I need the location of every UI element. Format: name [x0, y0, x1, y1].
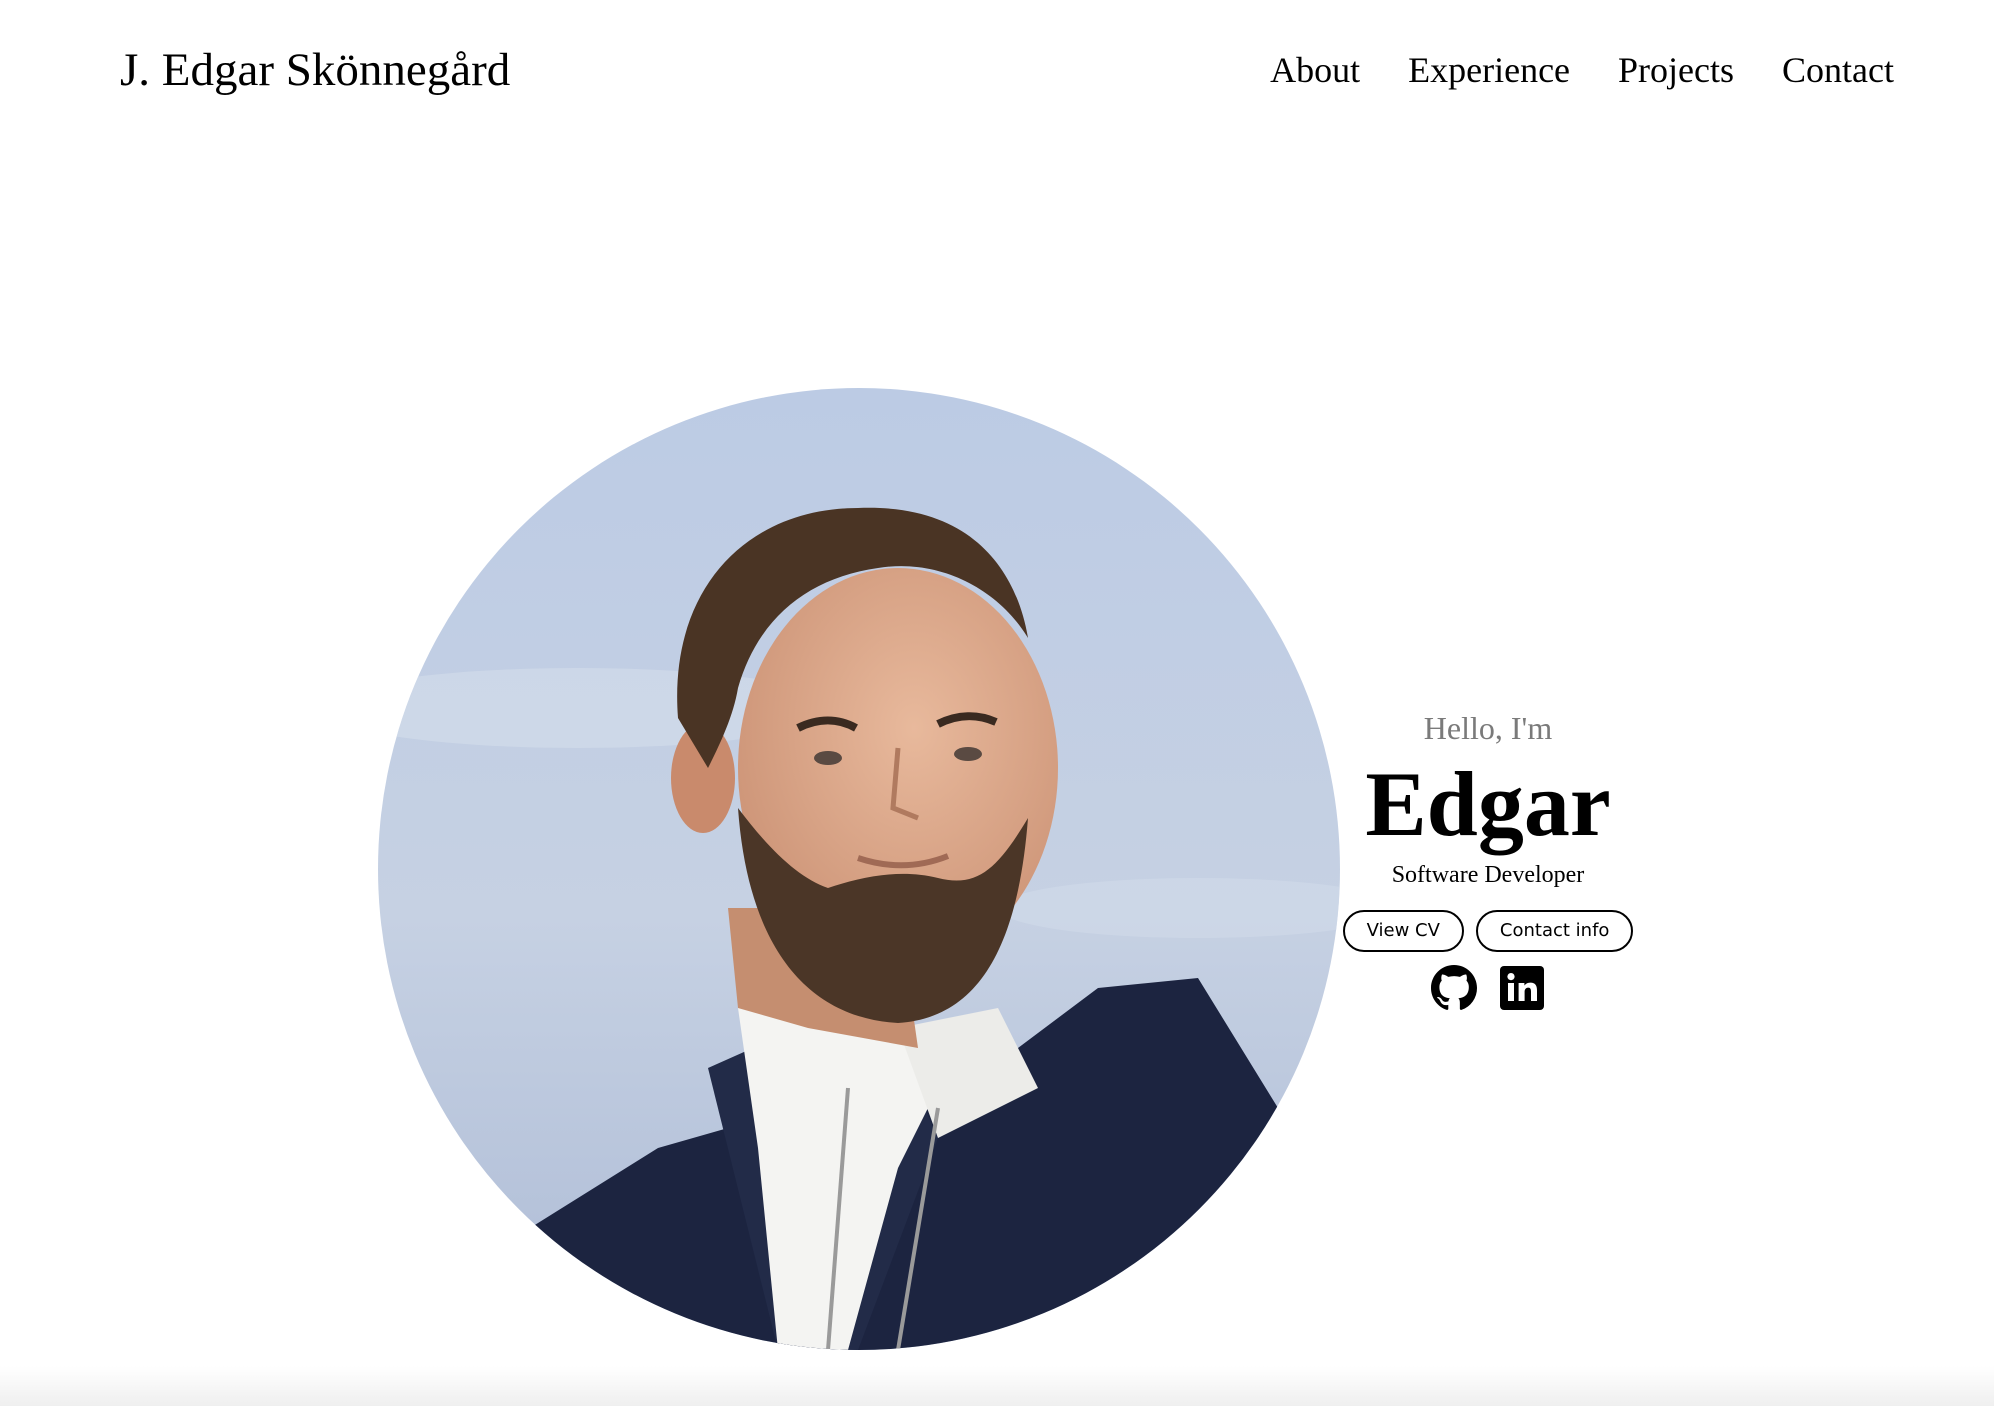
profile-photo: [378, 388, 1340, 1350]
hero-name: Edgar: [1365, 753, 1611, 855]
social-links: [1320, 964, 1656, 1012]
contact-info-button[interactable]: Contact info: [1475, 910, 1634, 952]
hero-intro: Hello, I'm Edgar Software Developer View…: [1320, 706, 1656, 1012]
nav-link-about[interactable]: About: [1270, 48, 1360, 92]
nav-links: About Experience Projects Contact: [1270, 48, 1894, 92]
nav-link-projects[interactable]: Projects: [1618, 48, 1734, 92]
nav-link-contact[interactable]: Contact: [1782, 48, 1894, 92]
navbar: J. Edgar Skönnegård About Experience Pro…: [0, 0, 1994, 142]
linkedin-icon: [1500, 966, 1544, 1010]
site-title[interactable]: J. Edgar Skönnegård: [120, 40, 510, 100]
hero-role: Software Developer: [1391, 862, 1585, 888]
linkedin-link[interactable]: [1498, 964, 1546, 1012]
nav-link-experience[interactable]: Experience: [1408, 48, 1570, 92]
github-link[interactable]: [1430, 964, 1478, 1012]
greeting-text: Hello, I'm: [1423, 710, 1553, 746]
hero-buttons: View CV Contact info: [1320, 910, 1656, 952]
page-bottom-shadow: [0, 1366, 1994, 1406]
view-cv-button[interactable]: View CV: [1342, 910, 1464, 952]
github-icon: [1431, 965, 1478, 1010]
profile-photo-illustration: [378, 388, 1340, 1350]
